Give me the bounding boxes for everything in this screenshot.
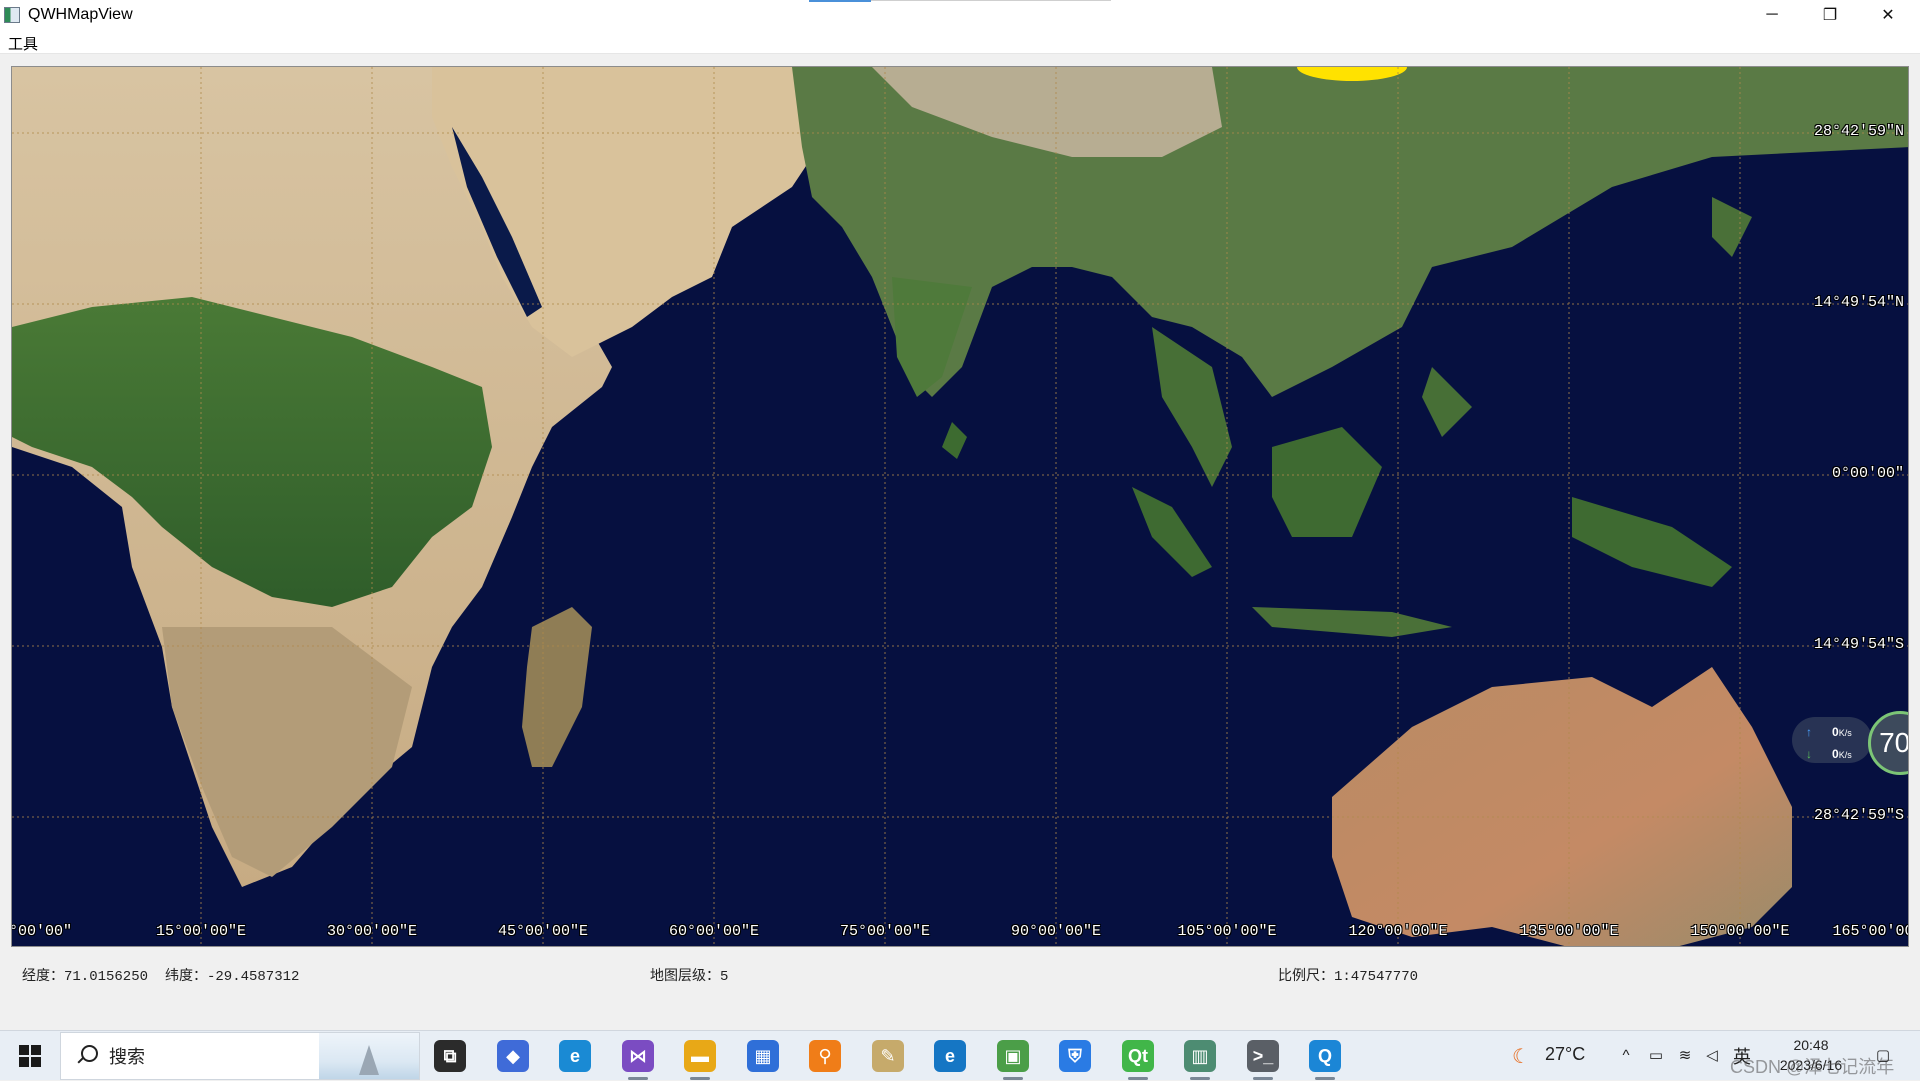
lon-label-15e: 15°00'00"E — [155, 923, 247, 940]
close-button[interactable]: ✕ — [1859, 0, 1917, 30]
upload-speed: 0K/s — [1832, 725, 1852, 739]
lat-label-14n: 14°49'54"N — [1813, 294, 1904, 311]
image-editor-icon[interactable]: ▣ — [997, 1040, 1029, 1072]
terminal-icon[interactable]: >_ — [1247, 1040, 1279, 1072]
menu-bar: 工具 — [0, 30, 1920, 54]
windows-logo-icon — [19, 1045, 41, 1067]
lat-label-14s: 14°49'54"S — [1813, 636, 1904, 653]
chevron-up-icon[interactable]: ^ — [1617, 1046, 1635, 1064]
scale-readout: 比例尺：1:47547770 — [1278, 969, 1419, 985]
title-divider-line — [871, 0, 1111, 1]
lon-label-90e: 90°00'00"E — [1010, 923, 1102, 940]
lat-label-0: 0°00'00" — [1831, 465, 1904, 482]
battery-icon[interactable]: ▭ — [1647, 1046, 1665, 1064]
search-app-icon[interactable]: ⚲ — [809, 1040, 841, 1072]
file-explorer-icon[interactable]: ▬ — [684, 1040, 716, 1072]
volume-icon[interactable]: ◁ — [1703, 1046, 1721, 1064]
restore-button[interactable]: ❐ — [1801, 0, 1859, 30]
shield-app-icon[interactable]: ⛨ — [1059, 1040, 1091, 1072]
map-canvas — [12, 67, 1908, 946]
start-button[interactable] — [0, 1031, 60, 1081]
qt-creator-icon[interactable]: Qt — [1122, 1040, 1154, 1072]
map-view[interactable]: 28°42'59"N 14°49'54"N 0°00'00" 14°49'54"… — [11, 66, 1909, 947]
lon-label-75e: 75°00'00"E — [839, 923, 931, 940]
taskbar-search-box[interactable]: 搜索 — [60, 1032, 420, 1080]
notification-icon[interactable]: ▢ — [1874, 1046, 1892, 1064]
lon-label-150e: 150°00'00"E — [1690, 923, 1790, 940]
australia-landmass — [1332, 667, 1792, 946]
longitude-readout: 经度：71.0156250 — [22, 969, 149, 985]
store-icon[interactable]: ▦ — [747, 1040, 779, 1072]
app-icon — [4, 7, 20, 23]
window-title: QWHMapView — [28, 6, 133, 23]
paint-icon[interactable]: ✎ — [872, 1040, 904, 1072]
lon-label-165e: 165°00'00"E — [1832, 923, 1908, 940]
edge-dev-icon[interactable]: e — [934, 1040, 966, 1072]
restore-icon: ❐ — [1822, 7, 1838, 24]
menu-tools[interactable]: 工具 — [8, 33, 38, 54]
title-accent-line — [809, 0, 871, 2]
taskbar: 搜索 ⧉ ◆ e ⋈ ▬ ▦ ⚲ ✎ e ▣ ⛨ Qt ▥ >_ Q ☾ 27°C ^ ▭ ≋ ◁ 英 20… — [0, 1030, 1920, 1080]
lon-label-135e: 135°00'00"E — [1519, 923, 1619, 940]
copilot-icon[interactable]: ◆ — [497, 1040, 529, 1072]
qwhmapview-taskbar-icon[interactable]: ▥ — [1184, 1040, 1216, 1072]
qt-designer-icon[interactable]: Q — [1309, 1040, 1341, 1072]
map-level-readout: 地图层级：5 — [650, 969, 729, 985]
download-arrow-icon: ↓ — [1806, 747, 1812, 761]
weather-temp[interactable]: 27°C — [1545, 1044, 1585, 1065]
search-icon — [75, 1045, 98, 1067]
status-bar: 经度：71.0156250 纬度：-29.4587312 地图层级：5 比例尺：… — [0, 958, 1920, 988]
asia-landmass — [792, 67, 1908, 637]
edge-icon[interactable]: e — [559, 1040, 591, 1072]
minimize-icon: ─ — [1766, 6, 1778, 23]
download-speed: 0K/s — [1832, 747, 1852, 761]
close-icon: ✕ — [1881, 7, 1895, 24]
lon-label-120e: 120°00'00"E — [1348, 923, 1448, 940]
lon-label-45e: 45°00'00"E — [497, 923, 589, 940]
lon-label-105e: 105°00'00"E — [1177, 923, 1277, 940]
search-placeholder: 搜索 — [109, 1047, 145, 1067]
csdn-watermark: CSDN @泽七记流年 — [1730, 1057, 1895, 1077]
lon-label-0: 0°00'00" — [12, 923, 73, 940]
latitude-readout: 纬度：-29.4587312 — [165, 969, 300, 985]
visual-studio-icon[interactable]: ⋈ — [622, 1040, 654, 1072]
title-bar: QWHMapView ─ ❐ ✕ — [0, 0, 1920, 30]
lat-label-28s: 28°42'59"S — [1813, 807, 1904, 824]
lon-label-60e: 60°00'00"E — [668, 923, 760, 940]
lat-label-28n: 28°42'59"N — [1813, 123, 1904, 140]
memory-usage-gauge: 70% — [1868, 711, 1908, 775]
weather-icon: ☾ — [1512, 1045, 1530, 1068]
minimize-button[interactable]: ─ — [1743, 0, 1801, 30]
upload-arrow-icon: ↑ — [1806, 725, 1812, 739]
lon-label-30e: 30°00'00"E — [326, 923, 418, 940]
wifi-icon[interactable]: ≋ — [1676, 1046, 1694, 1064]
network-speed-widget[interactable]: ↑ 0K/s ↓ 0K/s 70% — [1792, 711, 1908, 775]
clock-time: 20:48 — [1793, 1037, 1829, 1053]
task-view-icon[interactable]: ⧉ — [434, 1040, 466, 1072]
search-highlight-image — [319, 1033, 419, 1079]
